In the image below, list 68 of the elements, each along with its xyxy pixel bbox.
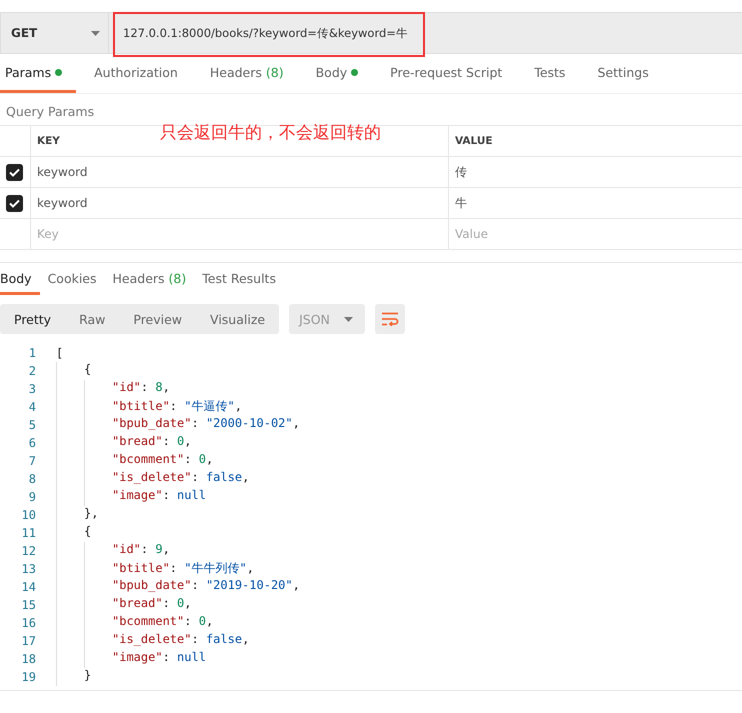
response-tab[interactable]: Body <box>0 265 40 295</box>
code-line: "is_delete": false, <box>112 470 250 486</box>
line-number: 3 <box>28 382 37 396</box>
view-mode-tab[interactable]: Visualize <box>196 304 280 334</box>
line-number: 9 <box>28 490 37 504</box>
code-line: "bpub_date": "2019-10-20", <box>112 578 300 594</box>
line-number: 14 <box>20 580 37 594</box>
request-tab[interactable]: Headers (8) <box>196 54 298 93</box>
view-mode-tab[interactable]: Preview <box>119 304 196 334</box>
line-number: 18 <box>20 652 37 666</box>
line-number: 4 <box>28 400 37 414</box>
line-number: 8 <box>28 472 37 486</box>
request-tab[interactable]: Settings <box>583 54 663 93</box>
request-tab[interactable]: Params <box>0 54 76 93</box>
code-line: "btitle": "牛牛列传", <box>112 560 254 577</box>
section-title: Query Params <box>5 103 96 121</box>
code-line: "is_delete": false, <box>112 632 250 648</box>
code-line: "id": 8, <box>112 380 170 396</box>
table-cell[interactable]: keyword <box>30 156 448 188</box>
line-number: 5 <box>28 418 37 432</box>
count-label: (8) <box>266 64 284 80</box>
response-tab[interactable]: Headers (8) <box>104 265 194 295</box>
line-number: 7 <box>28 454 37 468</box>
column-header: VALUE <box>448 126 742 156</box>
method-dropdown[interactable]: GET <box>1 13 109 53</box>
code-line: "bread": 0, <box>112 434 192 450</box>
code-line: } <box>84 668 92 684</box>
code-line: "bpub_date": "2000-10-02", <box>112 416 300 432</box>
code-line: "bcomment": 0, <box>112 452 214 468</box>
code-line: "id": 9, <box>112 542 170 558</box>
line-number: 2 <box>28 364 37 378</box>
caret-icon <box>91 30 100 36</box>
wrap-lines-button[interactable] <box>374 304 405 334</box>
code-line: "image": null <box>112 488 206 504</box>
checkbox[interactable] <box>6 194 23 212</box>
code-line: { <box>84 362 92 378</box>
checkbox[interactable] <box>6 164 23 180</box>
code-line: { <box>84 524 92 540</box>
line-number: 15 <box>20 598 37 612</box>
response-tab[interactable]: Cookies <box>40 265 105 295</box>
request-tab[interactable]: Pre-request Script <box>376 54 516 93</box>
code-line: "bcomment": 0, <box>112 614 214 630</box>
response-tab[interactable]: Test Results <box>194 265 284 295</box>
line-number: 6 <box>28 436 37 450</box>
code-line: "image": null <box>112 650 206 666</box>
line-number: 1 <box>28 346 37 360</box>
code-line: "btitle": "牛逼传", <box>112 398 242 415</box>
line-number: 19 <box>20 670 37 684</box>
line-number: 16 <box>20 616 37 630</box>
line-number: 12 <box>20 544 37 558</box>
request-tab[interactable]: Tests <box>520 54 580 93</box>
code-line: "bread": 0, <box>112 596 192 612</box>
caret-icon <box>344 316 353 322</box>
line-number: 13 <box>20 562 37 576</box>
line-number: 11 <box>20 526 37 540</box>
url-field[interactable]: 127.0.0.1:8000/books/?keyword=传&keyword=牛 <box>109 13 742 53</box>
line-number: 17 <box>20 634 37 648</box>
view-mode-tab[interactable]: Raw <box>65 304 120 334</box>
request-tab[interactable]: Body <box>302 54 372 93</box>
code-line: [ <box>56 346 64 360</box>
annotation-text: 只会返回牛的，不会返回转的 <box>160 122 381 145</box>
count-label: (8) <box>168 271 186 286</box>
line-number: 10 <box>20 508 37 522</box>
code-line: }, <box>84 506 98 522</box>
wrap-icon <box>380 312 399 326</box>
request-tab[interactable]: Authorization <box>80 54 192 93</box>
view-mode-tab[interactable]: Pretty <box>0 304 66 334</box>
table-cell[interactable]: keyword <box>30 188 448 218</box>
